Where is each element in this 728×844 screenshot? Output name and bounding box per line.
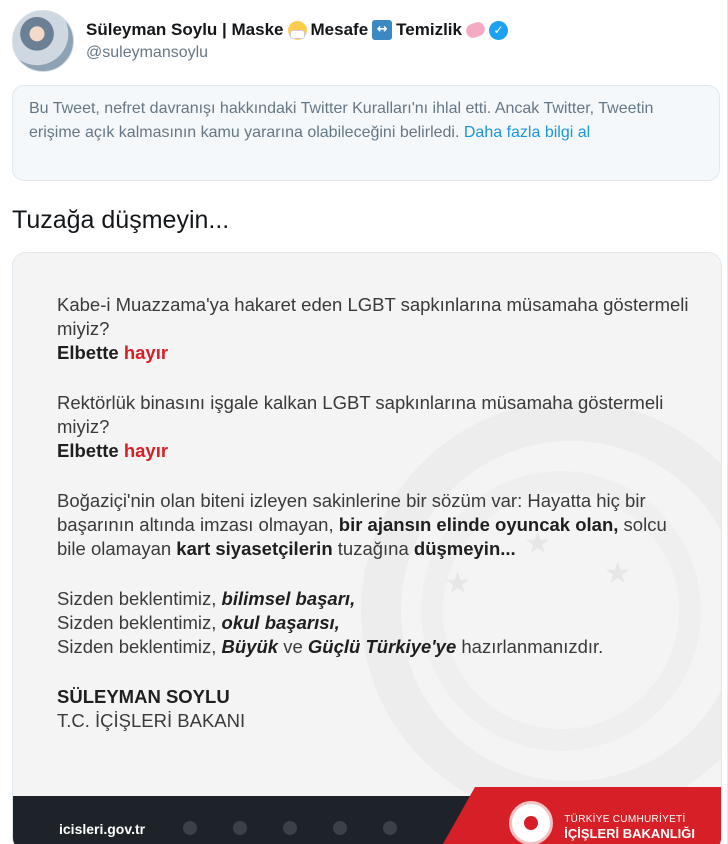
answer-hayir: hayır [123, 440, 169, 461]
expectation-text: Sizden beklentimiz, [57, 612, 217, 633]
paragraph-1: Kabe-i Muazzama'ya hakaret eden LGBT sap… [57, 293, 697, 365]
paragraph-3-text: tuzağına [337, 538, 409, 559]
paragraph-3-bold: bir ajansın elinde oyuncak olan, [338, 514, 619, 535]
tweet-text: Tuzağa düşmeyin... [12, 206, 230, 234]
answer-hayir: hayır [123, 342, 169, 363]
social-icon [233, 821, 247, 835]
user-info: Süleyman Soylu | Maske Mesafe ↔ Temizlik… [86, 20, 508, 62]
signature-title: T.C. İÇİŞLERİ BAKANI [57, 710, 246, 731]
ministry-line-1: TÜRKİYE CUMHURİYETİ [564, 814, 686, 825]
social-icon [333, 821, 347, 835]
display-name[interactable]: Süleyman Soylu | Maske [86, 20, 284, 40]
footer-url: icisleri.gov.tr [59, 821, 146, 837]
paragraph-4: Sizden beklentimiz, bilimsel başarı, Siz… [57, 587, 697, 659]
expectation-text: ve [283, 636, 303, 657]
user-handle[interactable]: @suleymansoylu [86, 44, 508, 62]
expectation-emphasis: Büyük [221, 636, 279, 657]
statement-text: Kabe-i Muazzama'ya hakaret eden LGBT sap… [57, 293, 697, 759]
face-mask-emoji-icon [287, 20, 307, 40]
ministry-seal-icon [509, 801, 553, 844]
paragraph-3-bold: düşmeyin... [413, 538, 516, 559]
answer-elbette: Elbette [57, 342, 119, 363]
public-interest-notice: Bu Tweet, nefret davranışı hakkındaki Tw… [12, 85, 720, 181]
expectation-emphasis: Güçlü Türkiye'ye [307, 636, 457, 657]
paragraph-3: Boğaziçi'nin olan biteni izleyen sakinle… [57, 489, 697, 561]
left-right-arrow-emoji-icon: ↔ [372, 20, 393, 40]
answer-elbette: Elbette [57, 440, 119, 461]
display-name-part-3[interactable]: Temizlik [396, 20, 462, 40]
expectation-text: Sizden beklentimiz, [57, 588, 217, 609]
soap-emoji-icon [464, 20, 487, 40]
ministry-name: TÜRKİYE CUMHURİYETİ İÇİŞLERİ BAKANLIĞI [564, 814, 695, 841]
signature-name: SÜLEYMAN SOYLU [57, 686, 230, 707]
verified-badge-icon: ✓ [488, 20, 508, 40]
social-icon [383, 821, 397, 835]
paragraph-3-bold: kart siyasetçilerin [176, 538, 333, 559]
footer-social-icons [183, 821, 397, 835]
paragraph-1-text: Kabe-i Muazzama'ya hakaret eden LGBT sap… [57, 294, 689, 339]
display-name-row[interactable]: Süleyman Soylu | Maske Mesafe ↔ Temizlik… [86, 20, 508, 40]
paragraph-2-text: Rektörlük binasını işgale kalkan LGBT sa… [57, 392, 664, 437]
expectation-text: Sizden beklentimiz, [57, 636, 217, 657]
tweet-media-image[interactable]: ★ ★ ★ Kabe-i Muazzama'ya hakaret eden LG… [12, 252, 722, 844]
expectation-emphasis: okul başarısı, [221, 612, 340, 633]
tweet-card: Süleyman Soylu | Maske Mesafe ↔ Temizlik… [0, 0, 728, 844]
signature: SÜLEYMAN SOYLU T.C. İÇİŞLERİ BAKANI [57, 685, 697, 733]
learn-more-link[interactable]: Daha fazla bilgi al [464, 124, 590, 141]
display-name-part-2[interactable]: Mesafe [311, 20, 369, 40]
avatar[interactable] [12, 10, 74, 72]
expectation-emphasis: bilimsel başarı, [221, 588, 356, 609]
paragraph-2: Rektörlük binasını işgale kalkan LGBT sa… [57, 391, 697, 463]
social-icon [183, 821, 197, 835]
ministry-line-2: İÇİŞLERİ BAKANLIĞI [564, 826, 695, 841]
expectation-text: hazırlanmanızdır. [461, 636, 604, 657]
tweet-header: Süleyman Soylu | Maske Mesafe ↔ Temizlik… [12, 10, 712, 72]
social-icon [283, 821, 297, 835]
